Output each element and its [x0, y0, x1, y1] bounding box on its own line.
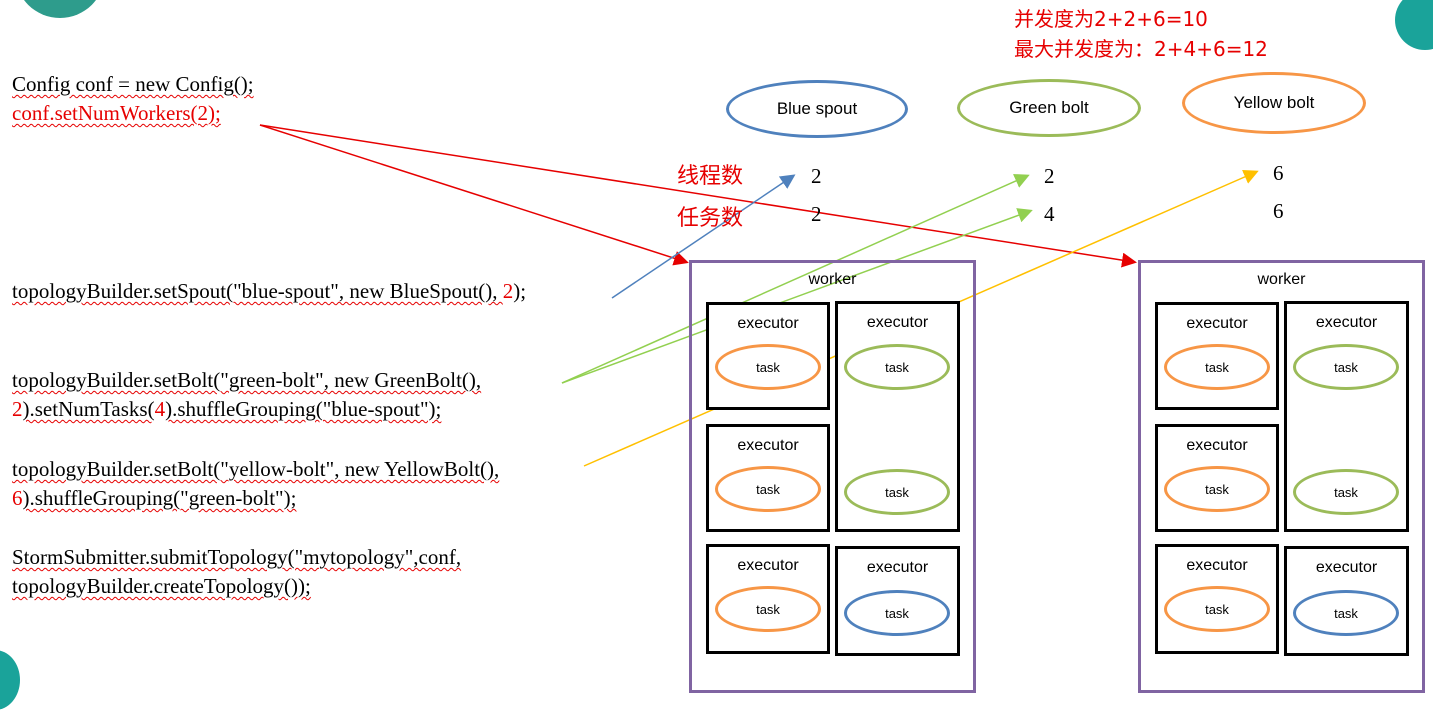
yellow-task-count: 6 [1273, 199, 1284, 223]
task-label: task [885, 484, 909, 500]
executor-label: executor [866, 314, 929, 331]
code-config-text: Config conf = new Config(); [12, 72, 254, 96]
task-orange: task [715, 586, 821, 632]
task-blue: task [844, 590, 950, 636]
executor-label: executor [737, 557, 799, 574]
worker-1-executor-3: executor task [706, 424, 830, 532]
task-label: task [1205, 359, 1229, 375]
code-green-grouping: ).shuffleGrouping("blue-spout"); [165, 397, 442, 421]
max-concurrency-note: 最大并发度为：2+4+6=12 [1014, 37, 1268, 61]
task-green: task [1293, 469, 1399, 515]
worker-2-executor-4: executor task [1155, 544, 1279, 654]
task-label: task [756, 481, 780, 497]
yellow-thread-count: 6 [1273, 161, 1284, 185]
worker-2-executor-3: executor task [1155, 424, 1279, 532]
code-green-parallelism: 2 [12, 397, 23, 421]
executor-label: executor [1186, 315, 1248, 332]
code-yellow-grouping: ).shuffleGrouping("green-bolt"); [22, 486, 297, 510]
corner-decoration-bottom-left [0, 650, 20, 710]
task-label: task [1334, 484, 1358, 500]
code-setspout-end: ); [513, 279, 527, 303]
code-yellow-line1: topologyBuilder.setBolt("yellow-bolt", n… [12, 457, 499, 482]
executor-label: executor [737, 437, 799, 454]
executor-label: executor [866, 559, 929, 576]
executor-label: executor [1315, 314, 1378, 331]
task-label: task [885, 359, 909, 375]
executor-label: executor [1186, 437, 1248, 454]
task-green: task [1293, 344, 1399, 390]
code-yellow-line2: 6).shuffleGrouping("green-bolt"); [12, 486, 296, 511]
task-label: task [756, 359, 780, 375]
worker-1: worker executor task executor task task … [689, 260, 976, 693]
task-label: task [1205, 601, 1229, 617]
code-yellow-parallelism: 6 [12, 486, 23, 510]
task-orange: task [715, 466, 821, 512]
green-thread-count: 2 [1044, 164, 1055, 188]
code-green-line1: topologyBuilder.setBolt("green-bolt", ne… [12, 368, 481, 393]
code-green-numtasks: ).setNumTasks( [22, 397, 155, 421]
code-numworkers-text: conf.setNumWorkers(2); [12, 101, 221, 125]
executor-label: executor [1186, 557, 1248, 574]
worker-1-label: worker [808, 271, 857, 288]
code-yellow-text1: topologyBuilder.setBolt("yellow-bolt", n… [12, 457, 500, 481]
yellow-bolt-node: Yellow bolt [1182, 72, 1366, 134]
code-config-line: Config conf = new Config(); [12, 72, 254, 97]
code-submit-text2: topologyBuilder.createTopology()); [12, 574, 311, 598]
code-setspout-text: topologyBuilder.setSpout("blue-spout", n… [12, 279, 503, 303]
worker-1-executor-1: executor task [706, 302, 830, 410]
code-numworkers-line: conf.setNumWorkers(2); [12, 101, 221, 126]
yellow-bolt-label: Yellow bolt [1233, 93, 1315, 112]
worker-2: worker executor task executor task task … [1138, 260, 1425, 693]
task-label: task [756, 601, 780, 617]
task-label: task [885, 605, 909, 621]
worker-1-executor-5: executor task [835, 546, 960, 656]
task-orange: task [1164, 344, 1270, 390]
worker-2-executor-1: executor task [1155, 302, 1279, 410]
corner-decoration-top-left [15, 0, 105, 18]
blue-spout-node: Blue spout [726, 80, 908, 138]
tasks-label: 任务数 [677, 206, 744, 231]
worker-1-executor-2: executor task task [835, 301, 960, 532]
worker-2-executor-5: executor task [1284, 546, 1409, 656]
arrow-workers-to-worker2 [259, 124, 1137, 268]
executor-label: executor [1315, 559, 1378, 576]
task-green: task [844, 344, 950, 390]
task-orange: task [1164, 586, 1270, 632]
code-setspout-line: topologyBuilder.setSpout("blue-spout", n… [12, 279, 526, 304]
green-bolt-node: Green bolt [957, 79, 1141, 137]
blue-spout-label: Blue spout [776, 99, 858, 118]
arrow-workers-to-worker1 [259, 124, 689, 266]
task-orange: task [715, 344, 821, 390]
code-green-tasks: 4 [154, 397, 166, 421]
green-bolt-label: Green bolt [1009, 98, 1089, 117]
code-submit-line2: topologyBuilder.createTopology()); [12, 574, 311, 599]
worker-2-executor-2: executor task task [1284, 301, 1409, 532]
task-label: task [1205, 481, 1229, 497]
task-label: task [1334, 359, 1358, 375]
blue-thread-count: 2 [811, 164, 822, 188]
green-task-count: 4 [1044, 202, 1055, 226]
executor-label: executor [737, 315, 799, 332]
worker-2-label: worker [1257, 271, 1306, 288]
task-orange: task [1164, 466, 1270, 512]
code-green-line2: 2).setNumTasks(4).shuffleGrouping("blue-… [12, 397, 441, 422]
corner-decoration-top-right [1395, 0, 1433, 50]
task-green: task [844, 469, 950, 515]
code-green-text1: topologyBuilder.setBolt("green-bolt", ne… [12, 368, 482, 392]
code-submit-line1: StormSubmitter.submitTopology("mytopolog… [12, 545, 461, 570]
threads-label: 线程数 [677, 164, 744, 189]
concurrency-note: 并发度为2+2+6=10 [1014, 7, 1208, 31]
task-blue: task [1293, 590, 1399, 636]
code-submit-text1: StormSubmitter.submitTopology("mytopolog… [12, 545, 462, 569]
blue-task-count: 2 [811, 202, 822, 226]
code-spout-parallelism: 2 [502, 279, 514, 303]
worker-1-executor-4: executor task [706, 544, 830, 654]
task-label: task [1334, 605, 1358, 621]
